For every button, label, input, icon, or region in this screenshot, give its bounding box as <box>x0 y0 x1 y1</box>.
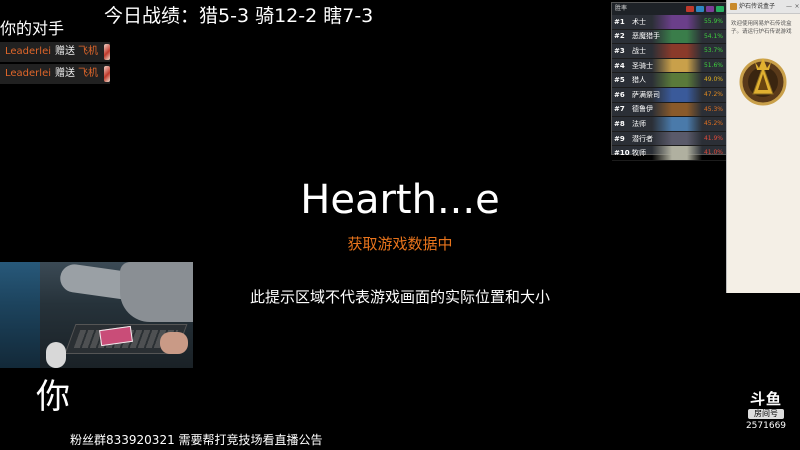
winrate-value: 49.0% <box>703 76 723 84</box>
opponent-label: 你的对手 <box>0 19 65 38</box>
winrate-value: 54.1% <box>703 32 723 40</box>
rank-number: #9 <box>614 134 625 143</box>
streamer-arm <box>120 262 193 322</box>
filter-blue-icon[interactable] <box>696 6 704 12</box>
gift-user: Leaderlei <box>5 46 51 57</box>
class-name: 萨满祭司 <box>632 90 660 99</box>
winrate-row[interactable]: #10 牧师 41.0% <box>612 146 726 161</box>
airplane-gift-icon <box>104 44 110 60</box>
winrate-value: 55.9% <box>703 18 723 25</box>
tracker-welcome-text: 欢迎使用网易炉石传说盒子。请运行炉石传说游戏 <box>731 21 792 35</box>
winrate-value: 47.2% <box>703 90 723 98</box>
winrate-value: 51.6% <box>703 61 723 69</box>
winrate-value: 41.9% <box>703 134 723 142</box>
minimize-button[interactable]: — <box>785 0 793 13</box>
rank-number: #3 <box>614 46 625 55</box>
airplane-gift-icon <box>104 66 110 82</box>
you-label: 你 <box>36 377 70 417</box>
winrate-row[interactable]: #2 恶魔猎手 54.1% <box>612 29 726 45</box>
class-name: 德鲁伊 <box>632 105 653 114</box>
tracker-title: 炉石传说盒子 <box>739 3 776 10</box>
gift-item: 飞机 <box>78 68 98 79</box>
winrate-row[interactable]: #3 战士 53.7% <box>612 44 726 59</box>
gift-verb: 赠送 <box>55 68 75 79</box>
rank-number: #1 <box>614 17 625 26</box>
webcam-feed <box>0 262 193 368</box>
today-record: 今日战绩：猎5-3 骑12-2 瞎7-3 <box>104 5 374 27</box>
close-button[interactable]: × <box>793 0 800 13</box>
winrate-row[interactable]: #1 术士 55.9% <box>612 15 726 30</box>
douyu-logo: 斗鱼 <box>749 390 782 408</box>
class-winrate-panel: 胜率 #1 术士 55.9% #2 恶魔猎手 54.1% #3 战士 53.7% #4 圣骑士 51.… <box>611 2 727 161</box>
pc-case-light <box>0 262 40 368</box>
loading-status: 获取游戏数据中 <box>347 235 453 253</box>
gift-verb: 赠送 <box>55 46 75 57</box>
winrate-header-label: 胜率 <box>615 5 628 12</box>
class-name: 法师 <box>632 119 646 128</box>
rank-number: #5 <box>614 76 625 85</box>
gift-notification: Leaderlei 赠送 飞机 <box>0 42 110 62</box>
winrate-row[interactable]: #4 圣骑士 51.6% <box>612 58 726 74</box>
class-name: 圣骑士 <box>632 61 653 70</box>
winrate-value: 45.3% <box>703 105 723 113</box>
rank-number: #7 <box>614 105 625 114</box>
winrate-row[interactable]: #6 萨满祭司 47.2% <box>612 87 726 103</box>
rank-number: #8 <box>614 119 625 128</box>
hearthstone-emblem-icon <box>739 58 787 106</box>
winrate-row[interactable]: #7 德鲁伊 45.3% <box>612 102 726 118</box>
filter-purple-icon[interactable] <box>706 6 714 12</box>
deck-tracker-panel: 炉石传说盒子 — × 欢迎使用网易炉石传说盒子。请运行炉石传说游戏 <box>726 0 800 293</box>
winrate-panel-header: 胜率 <box>612 3 726 15</box>
rank-number: #6 <box>614 90 625 99</box>
fan-group-notice: 粉丝群833920321 需要帮打竞技场看直播公告 <box>70 433 323 447</box>
winrate-row[interactable]: #9 潜行者 41.9% <box>612 131 726 147</box>
tracker-titlebar: 炉石传说盒子 — × <box>727 0 800 14</box>
mouse <box>46 342 66 368</box>
rank-number: #4 <box>614 61 625 70</box>
class-name: 术士 <box>632 17 646 26</box>
gift-user: Leaderlei <box>5 68 51 79</box>
winrate-row[interactable]: #5 猎人 49.0% <box>612 73 726 88</box>
winrate-list: #1 术士 55.9% #2 恶魔猎手 54.1% #3 战士 53.7% #4 圣骑士 51.6% #… <box>612 15 726 161</box>
class-name: 战士 <box>632 46 646 55</box>
douyu-watermark: 斗鱼 房间号 2571669 <box>744 390 788 432</box>
filter-red-icon[interactable] <box>686 6 694 12</box>
class-name: 潜行者 <box>632 134 653 143</box>
winrate-row[interactable]: #8 法师 45.2% <box>612 117 726 132</box>
rank-number: #10 <box>614 149 630 158</box>
gift-item: 飞机 <box>78 46 98 57</box>
class-name: 牧师 <box>632 149 646 158</box>
room-id: 2571669 <box>745 421 787 431</box>
winrate-value: 53.7% <box>703 47 723 55</box>
class-name: 恶魔猎手 <box>632 32 660 41</box>
rank-number: #2 <box>614 32 625 41</box>
streamer-hand <box>160 332 188 354</box>
game-title: Hearth...e <box>300 177 500 223</box>
gift-notification: Leaderlei 赠送 飞机 <box>0 64 110 84</box>
class-name: 猎人 <box>632 76 646 85</box>
filter-green-icon[interactable] <box>716 6 724 12</box>
room-number-label: 房间号 <box>748 409 784 419</box>
tracker-app-icon <box>730 3 737 10</box>
winrate-value: 45.2% <box>703 120 723 128</box>
winrate-value: 41.0% <box>703 149 723 157</box>
